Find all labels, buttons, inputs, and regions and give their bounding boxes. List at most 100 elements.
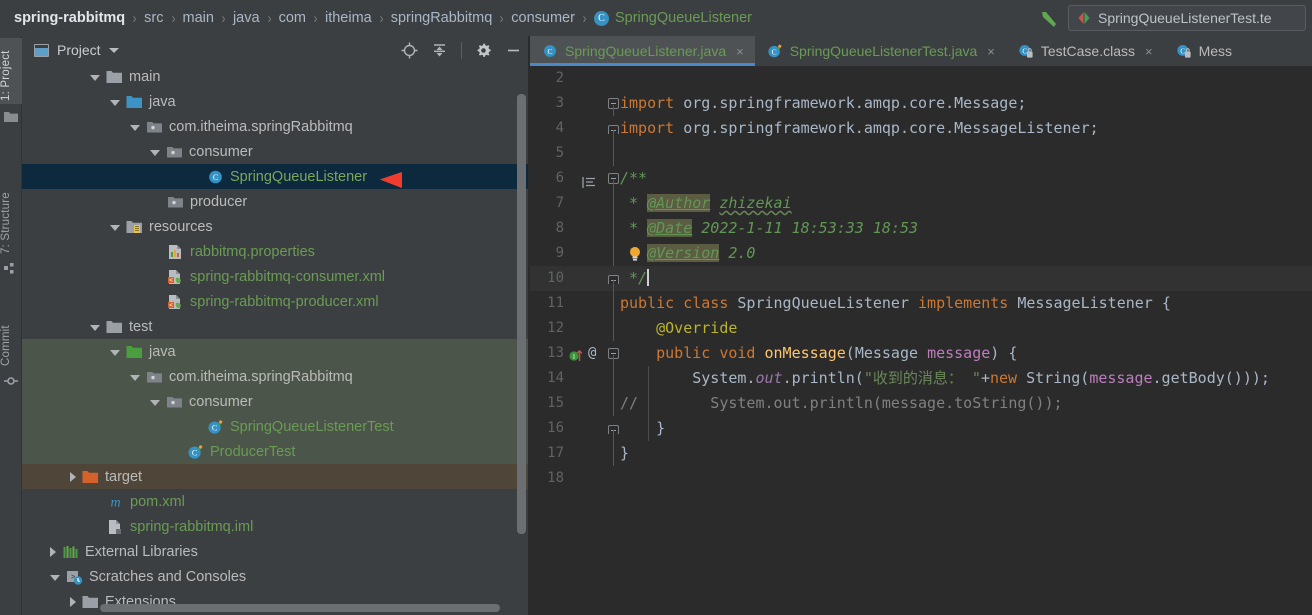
code-line-13[interactable]: 13 I @ public void onMessage(Message messa… xyxy=(530,341,1312,366)
breadcrumb-item-consumer[interactable]: consumer xyxy=(511,10,575,26)
breadcrumb-item-spring-rabbitmq[interactable]: spring-rabbitmq xyxy=(14,10,125,26)
code-line-4[interactable]: 4 import org.springframework.amqp.core.Me… xyxy=(530,116,1312,141)
code-line-8[interactable]: 8 * @Date 2022-1-11 18:53:33 18:53 xyxy=(530,216,1312,241)
run-configuration-selector[interactable]: SpringQueueListenerTest.te xyxy=(1068,5,1306,31)
tree-toggle-closed-icon[interactable] xyxy=(70,471,76,482)
tree-node-com-itheima-springrabbitmq[interactable]: com.itheima.springRabbitmq xyxy=(22,114,530,139)
code-text: * @Author zhizekai xyxy=(620,194,792,212)
locate-icon[interactable] xyxy=(401,42,418,59)
tree-toggle-open-icon[interactable] xyxy=(130,124,140,131)
tree-node-label: spring-rabbitmq-producer.xml xyxy=(190,293,379,310)
tree-node-scratches-and-consoles[interactable]: >_ Scratches and Consoles xyxy=(22,564,530,589)
editor-tab-springqueuelistenertest-java[interactable]: C SpringQueueListenerTest.java × xyxy=(755,36,1006,66)
fold-guide-line xyxy=(613,105,614,116)
tree-toggle-open-icon[interactable] xyxy=(90,74,100,81)
code-line-12[interactable]: 12 @Override xyxy=(530,316,1312,341)
tree-node-external-libraries[interactable]: External Libraries xyxy=(22,539,530,564)
tree-node-label: consumer xyxy=(189,393,253,410)
code-line-9[interactable]: 9 * @Version 2.0 xyxy=(530,241,1312,266)
code-text: // System.out.println(message.toString()… xyxy=(620,394,1063,412)
fold-guide-line xyxy=(613,291,614,316)
override-annotation-icon[interactable]: @ xyxy=(588,341,596,366)
tree-toggle-closed-icon[interactable] xyxy=(50,546,56,557)
tree-node-pom-xml[interactable]: m pom.xml xyxy=(22,489,530,514)
project-tool-window: Project main java com.itheima.springRabb… xyxy=(22,36,530,615)
tree-node-spring-rabbitmq-consumer-xml[interactable]: < spring-rabbitmq-consumer.xml xyxy=(22,264,530,289)
tree-toggle-open-icon[interactable] xyxy=(150,149,160,156)
editor-tab-mess[interactable]: C Mess xyxy=(1164,36,1243,66)
collapse-all-icon[interactable] xyxy=(431,42,448,59)
tree-node-resources[interactable]: resources xyxy=(22,214,530,239)
tree-node-consumer[interactable]: consumer xyxy=(22,389,530,414)
breadcrumb-item-springqueuelistener[interactable]: C SpringQueueListener xyxy=(593,10,752,26)
tree-node-test[interactable]: test xyxy=(22,314,530,339)
tree-toggle-open-icon[interactable] xyxy=(110,224,120,231)
code-line-15[interactable]: 15 // System.out.println(message.toString… xyxy=(530,391,1312,416)
project-tree[interactable]: main java com.itheima.springRabbitmq consum… xyxy=(22,64,530,615)
code-line-3[interactable]: 3 import org.springframework.amqp.core.Me… xyxy=(530,91,1312,116)
breadcrumb-item-main[interactable]: main xyxy=(183,10,214,26)
breadcrumb-item-src[interactable]: src xyxy=(144,10,163,26)
code-line-16[interactable]: 16 } xyxy=(530,416,1312,441)
close-icon[interactable]: × xyxy=(1145,44,1153,59)
breadcrumb-item-itheima[interactable]: itheima xyxy=(325,10,372,26)
toolbar-separator xyxy=(461,41,462,59)
tree-toggle-open-icon[interactable] xyxy=(130,374,140,381)
tree-toggle-open-icon[interactable] xyxy=(110,349,120,356)
tree-toggle-closed-icon[interactable] xyxy=(70,596,76,607)
tree-node-spring-rabbitmq-producer-xml[interactable]: < spring-rabbitmq-producer.xml xyxy=(22,289,530,314)
code-text: public void onMessage(Message message) { xyxy=(656,344,1018,362)
fold-guide-line xyxy=(613,366,614,391)
editor-code-area[interactable]: 2 3 import org.springframework.amqp.core.M… xyxy=(530,66,1312,615)
tree-node-spring-rabbitmq-iml[interactable]: spring-rabbitmq.iml xyxy=(22,514,530,539)
tree-toggle-open-icon[interactable] xyxy=(110,99,120,106)
code-line-10[interactable]: 10 */ xyxy=(530,266,1312,291)
breadcrumb-item-springrabbitmq[interactable]: springRabbitmq xyxy=(391,10,493,26)
breadcrumb-item-java[interactable]: java xyxy=(233,10,260,26)
tree-node-label: pom.xml xyxy=(130,493,185,510)
tree-node-com-itheima-springrabbitmq[interactable]: com.itheima.springRabbitmq xyxy=(22,364,530,389)
editor-tab-bar: C SpringQueueListener.java × C SpringQueueLi… xyxy=(530,36,1312,66)
tree-toggle-open-icon[interactable] xyxy=(90,324,100,331)
tree-node-springqueuelistener[interactable]: C SpringQueueListener xyxy=(22,164,530,189)
tree-node-consumer[interactable]: consumer xyxy=(22,139,530,164)
tree-node-springqueuelistenertest[interactable]: C SpringQueueListenerTest xyxy=(22,414,530,439)
code-line-11[interactable]: 11 public class SpringQueueListener imple… xyxy=(530,291,1312,316)
breadcrumb-label: SpringQueueListener xyxy=(614,10,752,26)
tree-node-java[interactable]: java xyxy=(22,339,530,364)
tree-node-target[interactable]: target xyxy=(22,464,530,489)
tree-toggle-open-icon[interactable] xyxy=(150,399,160,406)
tool-tab-commit[interactable]: Commit xyxy=(0,306,22,366)
breadcrumb-label: spring-rabbitmq xyxy=(14,10,126,26)
breadcrumb-separator: › xyxy=(582,9,587,27)
minimize-icon[interactable] xyxy=(505,42,522,59)
code-line-18[interactable]: 18 xyxy=(530,466,1312,491)
tree-toggle-open-icon[interactable] xyxy=(50,574,60,581)
breadcrumb-item-com[interactable]: com xyxy=(279,10,306,26)
tree-node-producertest[interactable]: C ProducerTest xyxy=(22,439,530,464)
tree-node-java[interactable]: java xyxy=(22,89,530,114)
editor-tab-testcase-class[interactable]: C TestCase.class × xyxy=(1006,36,1164,66)
tree-node-producer[interactable]: producer xyxy=(22,189,530,214)
code-line-2[interactable]: 2 xyxy=(530,66,1312,91)
tool-tab-structure[interactable]: 7: Structure xyxy=(0,170,22,254)
code-line-17[interactable]: 17} xyxy=(530,441,1312,466)
tree-vertical-scrollbar[interactable] xyxy=(517,94,526,534)
tool-tab-project[interactable]: 1: Project xyxy=(0,38,22,104)
intention-bulb-icon[interactable] xyxy=(628,245,642,270)
gear-icon[interactable] xyxy=(475,42,492,59)
editor-tab-springqueuelistener-java[interactable]: C SpringQueueListener.java × xyxy=(530,36,755,66)
close-icon[interactable]: × xyxy=(736,44,744,59)
code-line-14[interactable]: 14 System.out.println("收到的消息： "+new Stri… xyxy=(530,366,1312,391)
tree-horizontal-scrollbar[interactable] xyxy=(100,604,500,612)
code-line-5[interactable]: 5 xyxy=(530,141,1312,166)
code-line-6[interactable]: 6 /** xyxy=(530,166,1312,191)
tree-node-rabbitmq-properties[interactable]: rabbitmq.properties xyxy=(22,239,530,264)
build-hammer-icon[interactable] xyxy=(1038,8,1060,30)
code-line-7[interactable]: 7 * @Author zhizekai xyxy=(530,191,1312,216)
chevron-down-icon[interactable] xyxy=(108,47,119,53)
folder-blue-icon xyxy=(126,95,142,108)
tree-node-main[interactable]: main xyxy=(22,64,530,89)
close-icon[interactable]: × xyxy=(987,44,995,59)
